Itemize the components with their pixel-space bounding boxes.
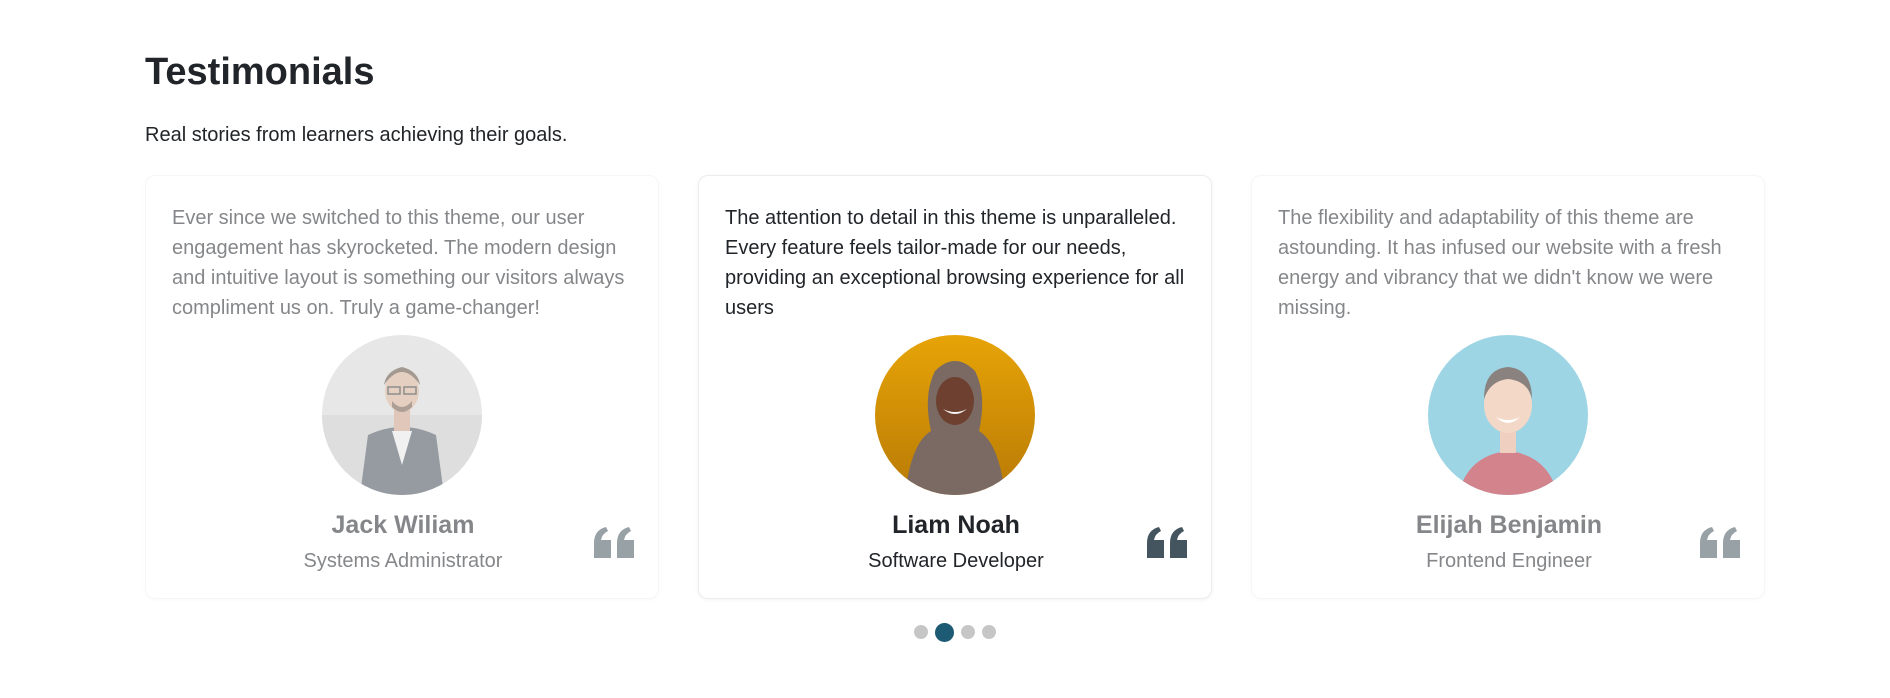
testimonial-card[interactable]: The flexibility and adaptability of this… (1251, 175, 1765, 599)
pagination-dot[interactable] (982, 625, 996, 639)
testimonial-text: The attention to detail in this theme is… (725, 207, 1185, 319)
quote-icon (1147, 527, 1187, 558)
carousel-pagination (914, 622, 996, 642)
testimonial-role: Frontend Engineer (1426, 550, 1592, 572)
testimonial-role: Systems Administrator (303, 550, 503, 572)
testimonial-name: Jack Wiliam (331, 511, 475, 539)
pagination-dot-active[interactable] (935, 622, 954, 642)
quote-icon (1700, 527, 1740, 558)
pagination-dot[interactable] (914, 625, 928, 639)
testimonial-role: Software Developer (868, 550, 1044, 572)
testimonial-text: The flexibility and adaptability of this… (1278, 207, 1722, 319)
testimonial-text: Ever since we switched to this theme, ou… (172, 207, 625, 319)
testimonials-section: Testimonials Real stories from learners … (0, 0, 1890, 698)
quote-icon (594, 527, 634, 558)
testimonial-name: Elijah Benjamin (1415, 511, 1603, 539)
testimonial-card[interactable]: The attention to detail in this theme is… (698, 175, 1212, 599)
avatar (875, 335, 1035, 495)
testimonial-card[interactable]: Ever since we switched to this theme, ou… (145, 175, 659, 599)
avatar (1428, 335, 1588, 495)
avatar (322, 335, 482, 495)
testimonial-carousel[interactable]: Ever since we switched to this theme, ou… (145, 175, 1765, 601)
pagination-dot[interactable] (961, 625, 975, 639)
section-subtitle: Real stories from learners achieving the… (145, 124, 568, 146)
section-title: Testimonials (145, 51, 375, 93)
testimonial-name: Liam Noah (892, 511, 1020, 539)
